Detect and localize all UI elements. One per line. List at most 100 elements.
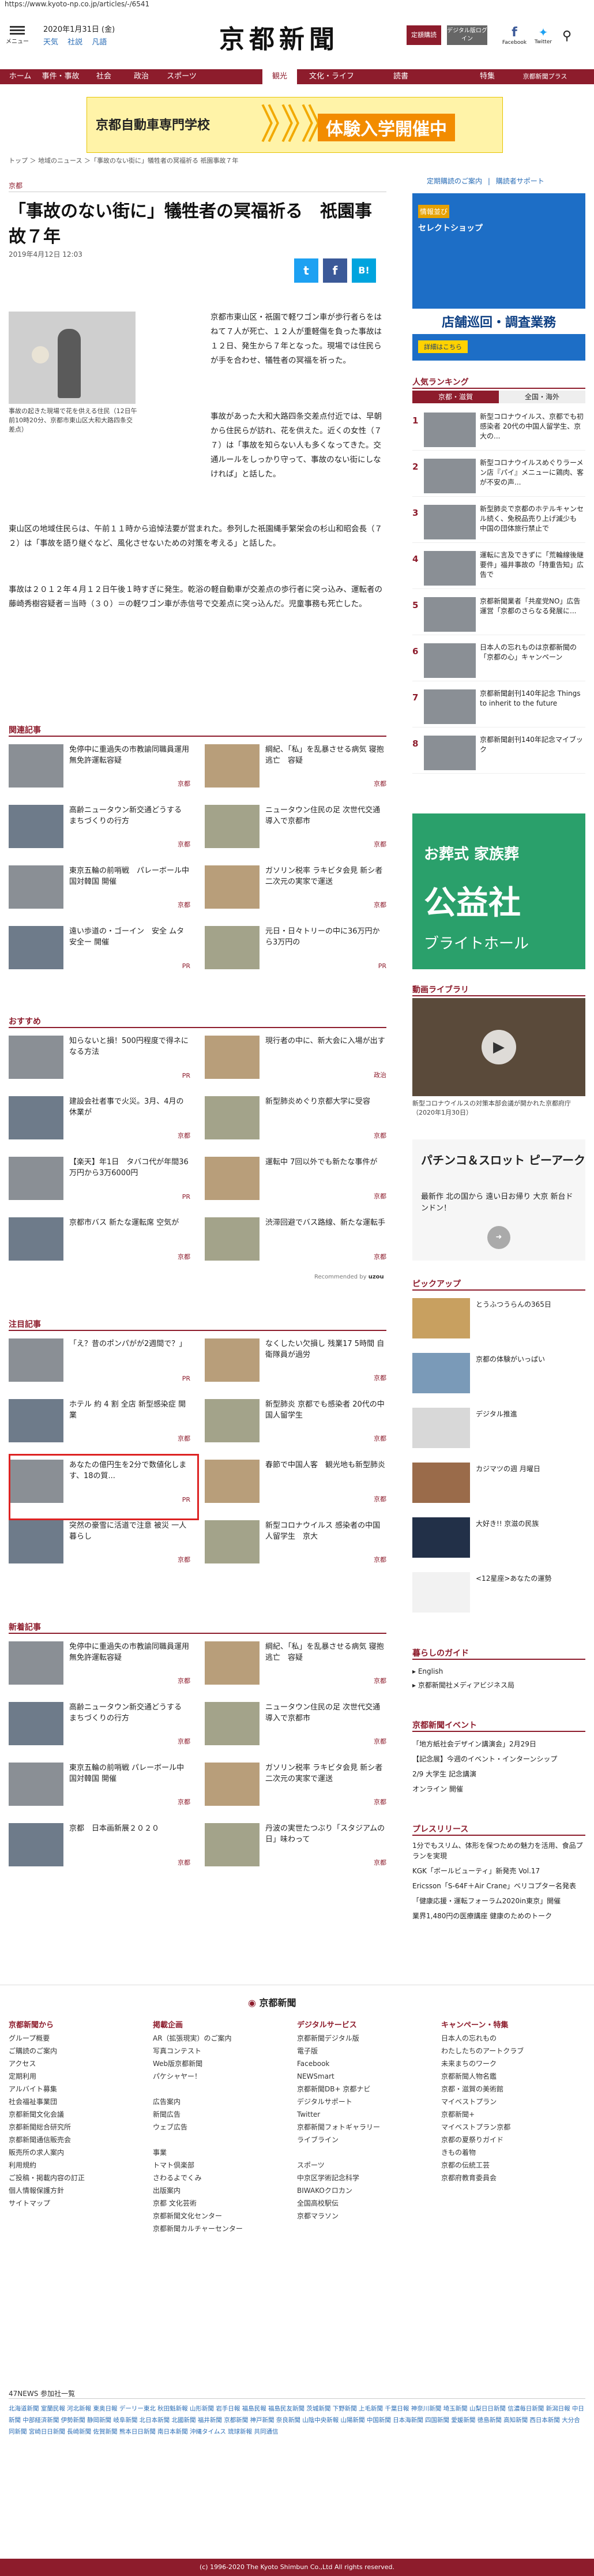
event-item[interactable]: オンライン 開催 <box>412 1782 585 1797</box>
attention-card[interactable]: ホテル 約 4 割 全店 新型感染症 開業 京都 <box>9 1399 193 1445</box>
ranking-item[interactable]: 8 京都新聞創刊140年記念マイブック <box>412 733 585 774</box>
footer-link[interactable]: AR（拡張現実）のご案内 <box>153 2032 291 2045</box>
footer-link[interactable]: マイベストプラン <box>441 2095 580 2108</box>
recommend-card[interactable]: 【楽天】年1日 タバコ代が年間36万円から3万6000円 PR <box>9 1157 193 1203</box>
footer-link[interactable]: 未来まちのワーク <box>441 2057 580 2070</box>
link-bongo[interactable]: 凡語 <box>92 38 107 47</box>
attention-card[interactable]: 新型肺炎 京都でも感染者 20代の中国人留学生 京都 <box>205 1399 389 1445</box>
ranking-item[interactable]: 3 新型肺炎で京都のホテルキャンセル続く、免税品売り上げ減少も 中国の団体旅行禁止… <box>412 502 585 543</box>
footer-link[interactable]: ご投稿・掲載内容の訂正 <box>9 2172 147 2184</box>
twitter-top-link[interactable]: ✦ Twitter <box>531 25 556 45</box>
footer-link[interactable]: Facebook <box>297 2057 435 2070</box>
footer-link[interactable]: グループ概要 <box>9 2032 147 2045</box>
digital-login-button[interactable]: デジタル版ログイン <box>447 25 487 45</box>
footer-link[interactable]: Twitter <box>297 2108 435 2121</box>
latest-card[interactable]: 京都 日本画新展２０２０ 京都 <box>9 1823 193 1869</box>
latest-card[interactable]: 綱紀、「私」を乱暴させる病気 寝抱逃亡 容疑 京都 <box>205 1641 389 1688</box>
ranking-item[interactable]: 7 京都新聞創刊140年記念 Things to inherit to the f… <box>412 687 585 728</box>
nav-incident[interactable]: 事件・事故 <box>37 69 84 84</box>
footer-link[interactable]: 販売所の求人案内 <box>9 2146 147 2159</box>
footer-link[interactable]: マイベストプラン京都 <box>441 2121 580 2133</box>
funeral-ad[interactable]: お葬式 家族葬 公益社 ブライトホール <box>412 813 585 969</box>
latest-card[interactable]: ニュータウン住民の足 次世代交通導入で京都市 京都 <box>205 1702 389 1748</box>
ranking-tab-local[interactable]: 京都・滋賀 <box>412 391 499 403</box>
nav-culture[interactable]: 文化・ライフ <box>303 69 360 84</box>
footer-link[interactable]: 電子版 <box>297 2045 435 2057</box>
footer-link[interactable]: ライブライン <box>297 2133 435 2146</box>
nav-home[interactable]: ホーム <box>6 69 35 84</box>
press-item[interactable]: Ericsson「S-64F＋Air Crane」ベリコプター名発表 <box>412 1881 585 1891</box>
ranking-item[interactable]: 5 京都新聞業者「共産党NO」広告 運営「京都のさらなる発展に... <box>412 594 585 635</box>
pickup-item[interactable]: カジマツの週 月曜日 <box>412 1460 585 1509</box>
recommend-card[interactable]: 新型肺炎めぐり京都大学に受容 京都 <box>205 1096 389 1142</box>
footer-link[interactable]: さわるよでくみ <box>153 2172 291 2184</box>
press-item[interactable]: 1分でもスリム、体形を保つための魅力を活用、食品プランを実現 <box>412 1840 585 1861</box>
latest-card[interactable]: 高齢ニュータウン新交通どうする まちづくりの行方 京都 <box>9 1702 193 1748</box>
footer-link[interactable]: 中京区学術記念科学 <box>297 2172 435 2184</box>
recommend-card[interactable]: 運転中 7回以外でも新たな事件が 京都 <box>205 1157 389 1203</box>
link-editorial[interactable]: 社説 <box>67 38 82 47</box>
footer-brand[interactable]: ◉ 京都新聞 <box>248 1995 296 2009</box>
related-card[interactable]: 免停中に重過失の市教諭同職員運用 無免許運転容疑 京都 <box>9 744 193 790</box>
footer-link[interactable]: トマト倶楽部 <box>153 2159 291 2172</box>
related-card[interactable]: 遠い歩道の・ゴーイン 安全 ムタ 安全ー 開催 PR <box>9 926 193 972</box>
footer-link[interactable]: 全国高校駅伝 <box>297 2197 435 2210</box>
footer-link[interactable]: 利用規約 <box>9 2159 147 2172</box>
event-item[interactable]: 【記念展】今週のイベント・インターンシップ <box>412 1752 585 1767</box>
related-card[interactable]: 東京五輪の前哨戦 パレーボール中国対韓国 開催 京都 <box>9 865 193 912</box>
nav-reading[interactable]: 読書 <box>384 69 418 84</box>
footer-link[interactable]: 個人情報保護方針 <box>9 2184 147 2197</box>
footer-link[interactable]: 社会福祉事業団 <box>9 2095 147 2108</box>
recommend-card[interactable]: 京都市バス 新たな運転席 空気が 京都 <box>9 1217 193 1263</box>
recommend-card[interactable]: 渋滞回避でバス路線、新たな運転手 京都 <box>205 1217 389 1263</box>
nav-society[interactable]: 社会 <box>87 69 121 84</box>
guide-item-english[interactable]: ▸ English <box>412 1664 514 1678</box>
related-card[interactable]: 元日・日々トリーの中に36万円から3万円の PR <box>205 926 389 972</box>
nav-tourism[interactable]: 観光 <box>262 69 297 84</box>
footer-link[interactable]: 事業 <box>153 2146 291 2159</box>
network-list[interactable]: 北海道新聞 室蘭民報 河北新報 東奥日報 デーリー東北 秋田魁新報 山形新聞 岩… <box>9 2403 585 2438</box>
nav-sports[interactable]: スポーツ <box>161 69 202 84</box>
press-item[interactable]: 業界1,480円の医療講座 健康のためのトーク <box>412 1911 585 1921</box>
footer-link[interactable]: 京都新聞フォトギャラリー <box>297 2121 435 2133</box>
latest-card[interactable]: 東京五輪の前哨戦 パレーボール中国対韓国 開催 京都 <box>9 1763 193 1809</box>
press-item[interactable]: KGK「ボールビューティ」新発売 Vol.17 <box>412 1866 585 1876</box>
footer-link[interactable]: パケシャヤー！ <box>153 2070 291 2083</box>
footer-link[interactable]: デジタルサポート <box>297 2095 435 2108</box>
ranking-item[interactable]: 1 新型コロナウイルス、京都でも初感染者 20代の中国人留学生、京大の... <box>412 410 585 451</box>
footer-link[interactable]: 京都新聞通信販売会 <box>9 2133 147 2146</box>
footer-link[interactable]: 京都の夏祭りガイド <box>441 2133 580 2146</box>
subscribe-button[interactable]: 定額購読 <box>407 25 441 45</box>
share-twitter-button[interactable]: t <box>294 258 318 283</box>
footer-link[interactable]: 京都新聞DB+ 京都ナビ <box>297 2083 435 2095</box>
footer-link[interactable]: 京都新聞文化センター <box>153 2210 291 2222</box>
breadcrumb[interactable]: トップ ＞ 地域のニュース ＞「事故のない街に」犠牲者の冥福祈る 祇園事故７年 <box>9 156 238 165</box>
pickup-item[interactable]: <12星座>あなたの運勢 <box>412 1569 585 1618</box>
footer-link[interactable]: スポーツ <box>297 2159 435 2172</box>
footer-link[interactable]: 京都 文化芸術 <box>153 2197 291 2210</box>
footer-link[interactable]: 京都・滋賀の美術館 <box>441 2083 580 2095</box>
pickup-item[interactable]: 大好き!! 京滋の民族 <box>412 1514 585 1563</box>
latest-card[interactable]: ガソリン税率 ラキビタ会見 新シ者 二次元の実家で運送 京都 <box>205 1763 389 1809</box>
guide-item-media[interactable]: ▸ 京都新聞社メディアビジネス局 <box>412 1678 514 1692</box>
footer-link[interactable]: 京都新聞人物名鑑 <box>441 2070 580 2083</box>
attention-card[interactable]: 「え？昔のポンパがが2週間で？」 PR <box>9 1338 193 1385</box>
footer-link[interactable]: 定期利用 <box>9 2070 147 2083</box>
share-facebook-button[interactable]: f <box>323 258 347 283</box>
article-photo[interactable] <box>9 312 136 404</box>
footer-link[interactable]: NEWSmart <box>297 2070 435 2083</box>
footer-link[interactable]: 京都新聞+ <box>441 2108 580 2121</box>
event-item[interactable]: 「地方紙社会デザイン講演会」2月29日 <box>412 1737 585 1752</box>
sidebar-ad[interactable]: 情報並び セレクトショップ 店舗巡回・調査業務 詳細はこちら <box>412 193 585 361</box>
link-subscribe-info[interactable]: 定期購読のご案内 <box>427 177 482 185</box>
ranking-item[interactable]: 2 新型コロナウイルスめぐりラーメン店『パイ』メニューに鶏肉、客が不安の声... <box>412 456 585 497</box>
menu-button[interactable]: メニュー <box>6 24 29 45</box>
footer-link[interactable]: 広告案内 <box>153 2095 291 2108</box>
link-reader-support[interactable]: 購読者サポート <box>496 177 544 185</box>
pachinko-ad[interactable]: パチンコ＆スロット ピーアーク 最新作 北の国から 遠い日お帰り 大京 新台ドン… <box>412 1139 585 1261</box>
event-item[interactable]: 2/9 大学生 記念講演 <box>412 1767 585 1782</box>
share-hatena-button[interactable]: B! <box>352 258 376 283</box>
footer-link[interactable]: 京都府教育委員会 <box>441 2172 580 2184</box>
related-card[interactable]: 高齢ニュータウン新交通どうする まちづくりの行方 京都 <box>9 805 193 851</box>
footer-link[interactable]: アルバイト募集 <box>9 2083 147 2095</box>
